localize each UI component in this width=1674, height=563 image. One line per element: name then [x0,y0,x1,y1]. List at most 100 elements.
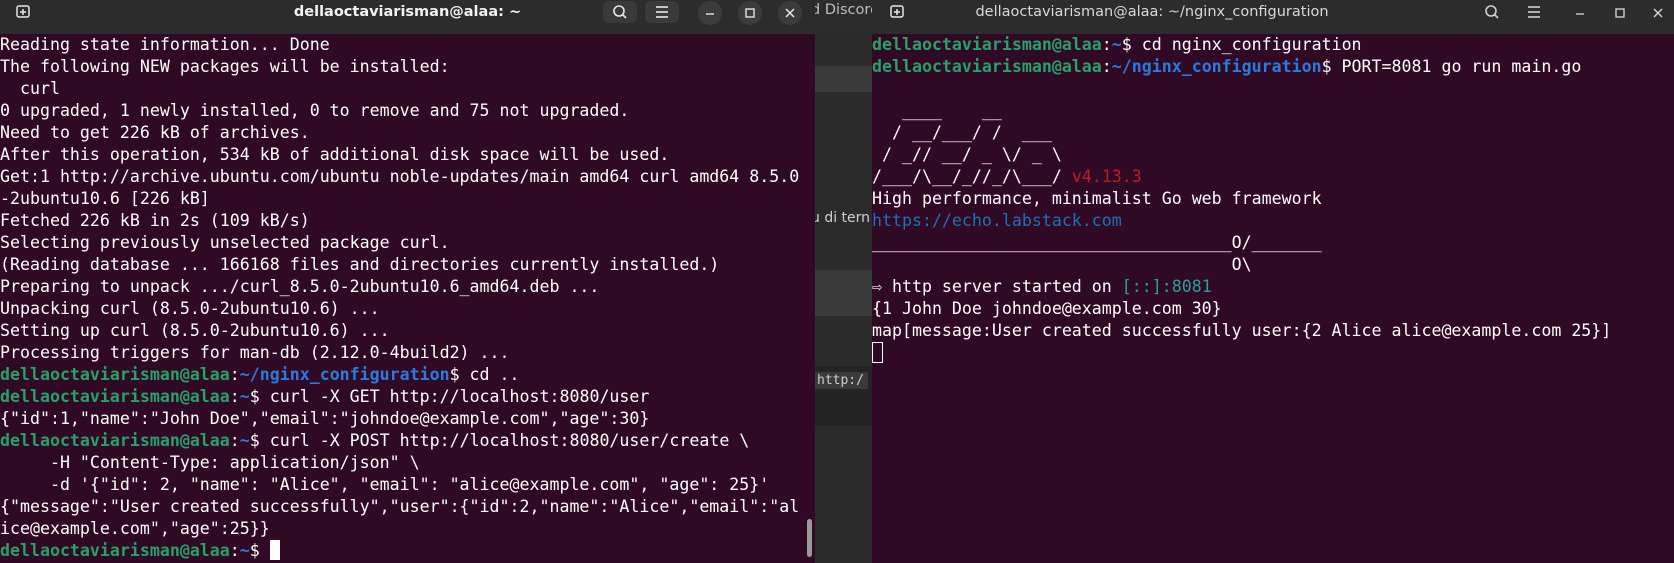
terminal-line: {"message":"User created successfully","… [0,496,815,518]
terminal-line: 0 upgraded, 1 newly installed, 0 to remo… [0,100,815,122]
terminal-text: {"id":1,"name":"John Doe","email":"johnd… [0,409,650,428]
terminal-text: map[message:User created successfully us… [872,321,1612,340]
terminal-text: v4.13.3 [1071,167,1142,186]
right-terminal-output[interactable]: dellaoctaviarisman@alaa:~$ cd nginx_conf… [872,34,1674,563]
minimize-button[interactable] [698,1,722,25]
terminal-text: $ curl -X POST http://localhost:8080/use… [249,431,750,450]
terminal-text: $ cd .. [449,365,520,384]
menu-button[interactable] [1517,1,1551,23]
terminal-line: Setting up curl (8.5.0-2ubuntu10.6) ... [0,320,815,342]
prompt-path: ~/nginx_configuration [1111,57,1322,76]
background-tab-label[interactable]: d Discord [815,2,872,18]
terminal-text: : [1101,57,1112,76]
terminal-text: $ PORT=8081 go run main.go [1321,57,1582,76]
left-terminal-titlebar[interactable]: dellaoctaviarisman@alaa: ~ [0,0,815,34]
minimize-button[interactable] [1568,1,1592,25]
terminal-line: -d '{"id": 2, "name": "Alice", "email": … [0,474,815,496]
left-terminal-output[interactable]: Reading state information... Done The fol… [0,34,815,563]
terminal-line: ice@example.com","age":25}} [0,518,815,540]
close-button[interactable] [1646,1,1670,25]
terminal-line: /___/\__/_//_/\___/ v4.13.3 [872,166,1674,188]
maximize-button[interactable] [1608,1,1632,25]
terminal-text: Selecting previously unselected package … [0,233,450,252]
terminal-text: https://echo.labstack.com [872,211,1122,230]
terminal-text: curl [0,79,60,98]
terminal-text: The following NEW packages will be insta… [0,57,450,76]
terminal-line: dellaoctaviarisman@alaa:~$ [0,540,815,562]
terminal-text: Fetched 226 kB in 2s (109 kB/s) [0,211,310,230]
hamburger-menu-icon [1528,6,1540,18]
terminal-line: https://echo.labstack.com [872,210,1674,232]
prompt-path: ~ [239,541,250,560]
search-icon [1485,5,1499,19]
terminal-line: Reading state information... Done [0,34,815,56]
terminal-text: ____________________________________O/__… [872,233,1322,252]
background-url-fragment[interactable]: http:/ [815,372,868,389]
terminal-text: 0 upgraded, 1 newly installed, 0 to remo… [0,101,630,120]
terminal-text: /___/\__/_//_/\___/ [872,167,1072,186]
terminal-text: {"message":"User created successfully","… [0,497,800,516]
prompt-user: dellaoctaviarisman@alaa [872,35,1102,54]
background-text-fragment: u di tern [815,210,871,226]
minimize-icon [1576,13,1584,15]
maximize-icon [745,8,755,18]
prompt-user: dellaoctaviarisman@alaa [872,57,1102,76]
right-terminal-title: dellaoctaviarisman@alaa: ~/nginx_configu… [975,4,1329,20]
terminal-text: Reading state information... Done [0,35,330,54]
prompt-user: dellaoctaviarisman@alaa [0,387,230,406]
close-icon [1653,8,1663,18]
terminal-line: / __/___/ / ___ [872,122,1674,144]
terminal-text: High performance, minimalist Go web fram… [872,189,1322,208]
prompt-path: ~/nginx_configuration [239,365,450,384]
terminal-line [872,342,1674,364]
terminal-line: curl [0,78,815,100]
terminal-text: : [229,365,240,384]
terminal-line: -2ubuntu10.6 [226 kB] [0,188,815,210]
terminal-text: / __/___/ / ___ [872,123,1052,142]
prompt-user: dellaoctaviarisman@alaa [0,431,230,450]
background-window[interactable]: d Discord u di tern http:/ [815,0,872,563]
terminal-text: : [229,387,240,406]
terminal-text: $ cd nginx_configuration [1121,35,1362,54]
terminal-line: dellaoctaviarisman@alaa:~$ curl -X POST … [0,430,815,452]
close-icon [785,8,795,18]
right-terminal-titlebar[interactable]: dellaoctaviarisman@alaa: ~/nginx_configu… [872,0,1674,34]
prompt-path: ~ [1111,35,1122,54]
terminal-line: ⇨ http server started on [::]:8081 [872,276,1674,298]
terminal-line: {1 John Doe johndoe@example.com 30} [872,298,1674,320]
right-terminal-window[interactable]: dellaoctaviarisman@alaa: ~/nginx_configu… [872,0,1674,563]
terminal-text: Get:1 http://archive.ubuntu.com/ubuntu n… [0,167,800,186]
maximize-button[interactable] [738,1,762,25]
terminal-text: ice@example.com","age":25}} [0,519,270,538]
terminal-text: [::]:8081 [1121,277,1212,296]
terminal-text: Setting up curl (8.5.0-2ubuntu10.6) ... [0,321,390,340]
terminal-line: O\ [872,254,1674,276]
terminal-text: : [1101,35,1112,54]
terminal-line: Preparing to unpack .../curl_8.5.0-2ubun… [0,276,815,298]
terminal-text: ____ __ [872,101,1002,120]
minimize-icon [706,13,714,15]
terminal-line: ____ __ [872,100,1674,122]
prompt-path: ~ [239,387,250,406]
terminal-line: map[message:User created successfully us… [872,320,1674,342]
left-terminal-title: dellaoctaviarisman@alaa: ~ [293,4,522,20]
left-terminal-window[interactable]: dellaoctaviarisman@alaa: ~ Reading state… [0,0,815,563]
terminal-scrollbar[interactable] [807,519,812,557]
search-button[interactable] [603,1,637,23]
terminal-line: -H "Content-Type: application/json" \ [0,452,815,474]
menu-button[interactable] [645,1,679,23]
terminal-text: : [229,431,240,450]
search-button[interactable] [1475,1,1509,23]
terminal-line: Selecting previously unselected package … [0,232,815,254]
terminal-text: : [229,541,240,560]
terminal-line: Need to get 226 kB of archives. [0,122,815,144]
terminal-cursor [872,342,883,363]
terminal-cursor [269,540,280,560]
prompt-user: dellaoctaviarisman@alaa [0,541,230,560]
terminal-text: Preparing to unpack .../curl_8.5.0-2ubun… [0,277,600,296]
close-button[interactable] [778,1,802,25]
terminal-line: dellaoctaviarisman@alaa:~/nginx_configur… [0,364,815,386]
terminal-line: (Reading database ... 166168 files and d… [0,254,815,276]
terminal-line: High performance, minimalist Go web fram… [872,188,1674,210]
